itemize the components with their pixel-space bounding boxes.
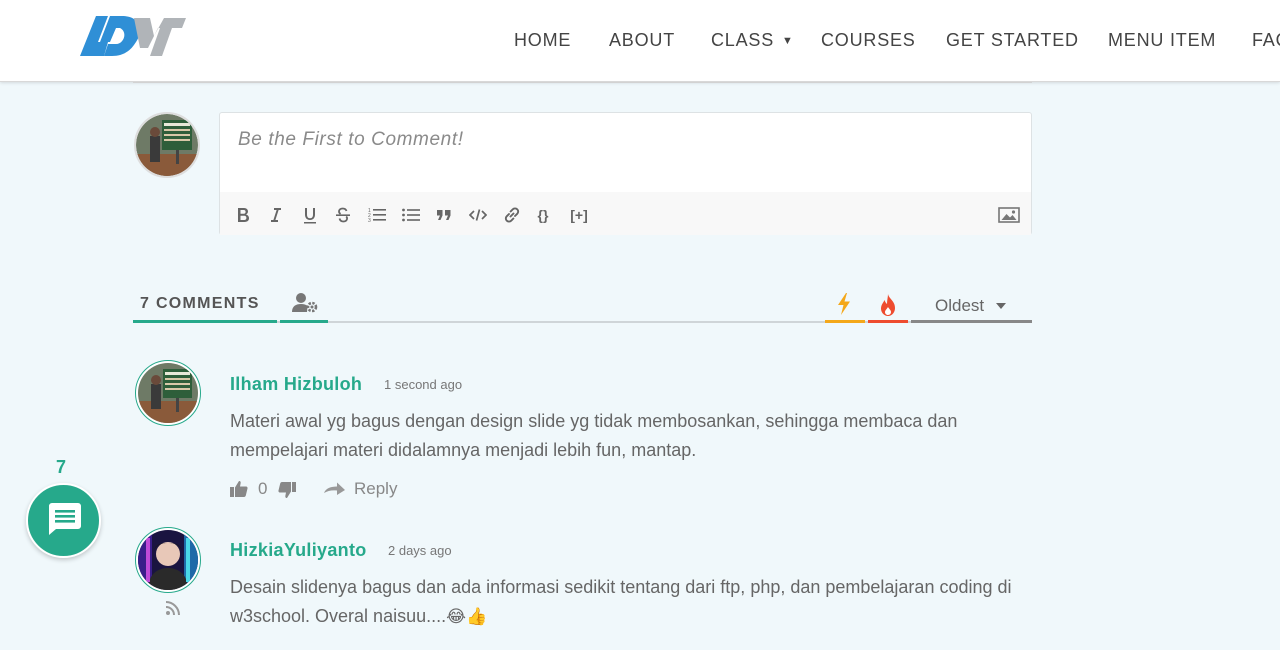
nav-menu-item[interactable]: MENU ITEM xyxy=(1108,30,1216,51)
underline-icon[interactable] xyxy=(299,204,321,226)
rss-feed-icon[interactable] xyxy=(165,600,181,616)
blockquote-icon[interactable] xyxy=(433,204,455,226)
reply-link[interactable]: Reply xyxy=(354,479,397,499)
link-icon[interactable] xyxy=(501,204,523,226)
newest-sort-indicator xyxy=(825,320,865,323)
comment-actions: 0 Reply xyxy=(230,478,430,500)
unordered-list-icon[interactable] xyxy=(400,204,422,226)
italic-icon[interactable] xyxy=(265,204,287,226)
bold-icon[interactable] xyxy=(232,204,254,226)
reply-arrow-icon[interactable] xyxy=(324,481,346,502)
comments-count-tab[interactable]: 7 COMMENTS xyxy=(140,295,260,313)
nav-get-started[interactable]: GET STARTED xyxy=(946,30,1079,51)
sort-order-label: Oldest xyxy=(935,296,985,315)
spoiler-icon[interactable]: [+] xyxy=(565,204,593,226)
fire-icon[interactable] xyxy=(877,293,899,317)
nav-home[interactable]: HOME xyxy=(514,30,571,51)
current-user-avatar xyxy=(134,112,200,178)
floating-comment-count: 7 xyxy=(56,457,67,477)
comment-author[interactable]: HizkiaYuliyanto xyxy=(230,540,367,561)
strikethrough-icon[interactable] xyxy=(332,204,354,226)
popular-sort-indicator xyxy=(868,320,908,323)
comment-timestamp[interactable]: 2 days ago xyxy=(388,543,452,558)
sort-dropdown-underline xyxy=(911,320,1032,323)
thumbs-down-icon[interactable] xyxy=(278,481,296,504)
floating-comments-button[interactable] xyxy=(26,483,101,558)
editor-toolbar: 123 {} [+] xyxy=(220,192,1031,235)
divider xyxy=(133,82,1032,83)
nav-class[interactable]: CLASS ▼ xyxy=(711,30,794,51)
users-settings-icon[interactable] xyxy=(292,292,320,314)
nav-class-label: CLASS xyxy=(711,30,775,50)
chat-bubble-icon xyxy=(44,498,84,543)
site-header: HOME ABOUT CLASS ▼ COURSES GET STARTED ME… xyxy=(0,0,1280,82)
laughing-thumbs-up-emoji: 😂👍 xyxy=(446,607,488,626)
avatar xyxy=(135,527,201,593)
comment-form: 123 {} [+] xyxy=(219,112,1032,235)
nav-faq[interactable]: FAQ xyxy=(1252,30,1280,51)
lightning-bolt-icon[interactable] xyxy=(834,292,854,316)
vote-count: 0 xyxy=(258,479,268,498)
svg-text:3: 3 xyxy=(368,218,371,223)
code-icon[interactable] xyxy=(467,204,489,226)
comment-text-body: Desain slidenya bagus dan ada informasi … xyxy=(230,577,1012,626)
thumbs-up-icon[interactable] xyxy=(230,480,248,503)
code-block-icon[interactable]: {} xyxy=(532,204,554,226)
sort-order-dropdown[interactable]: Oldest xyxy=(911,295,1032,321)
comment-input[interactable] xyxy=(238,129,1008,151)
comment-author[interactable]: Ilham Hizbuloh xyxy=(230,374,362,395)
comment-timestamp[interactable]: 1 second ago xyxy=(384,377,462,392)
comment-text: Desain slidenya bagus dan ada informasi … xyxy=(230,573,1020,631)
chevron-down-icon xyxy=(996,303,1006,309)
active-tab-indicator xyxy=(133,320,277,323)
avatar xyxy=(135,360,201,426)
site-logo[interactable] xyxy=(78,12,188,58)
nav-about[interactable]: ABOUT xyxy=(609,30,675,51)
comment-text: Materi awal yg bagus dengan design slide… xyxy=(230,411,958,460)
users-tab-indicator xyxy=(280,320,328,323)
chevron-down-icon: ▼ xyxy=(782,35,794,47)
nav-courses[interactable]: COURSES xyxy=(821,30,916,51)
ordered-list-icon[interactable]: 123 xyxy=(366,204,388,226)
image-upload-icon[interactable] xyxy=(997,204,1021,226)
